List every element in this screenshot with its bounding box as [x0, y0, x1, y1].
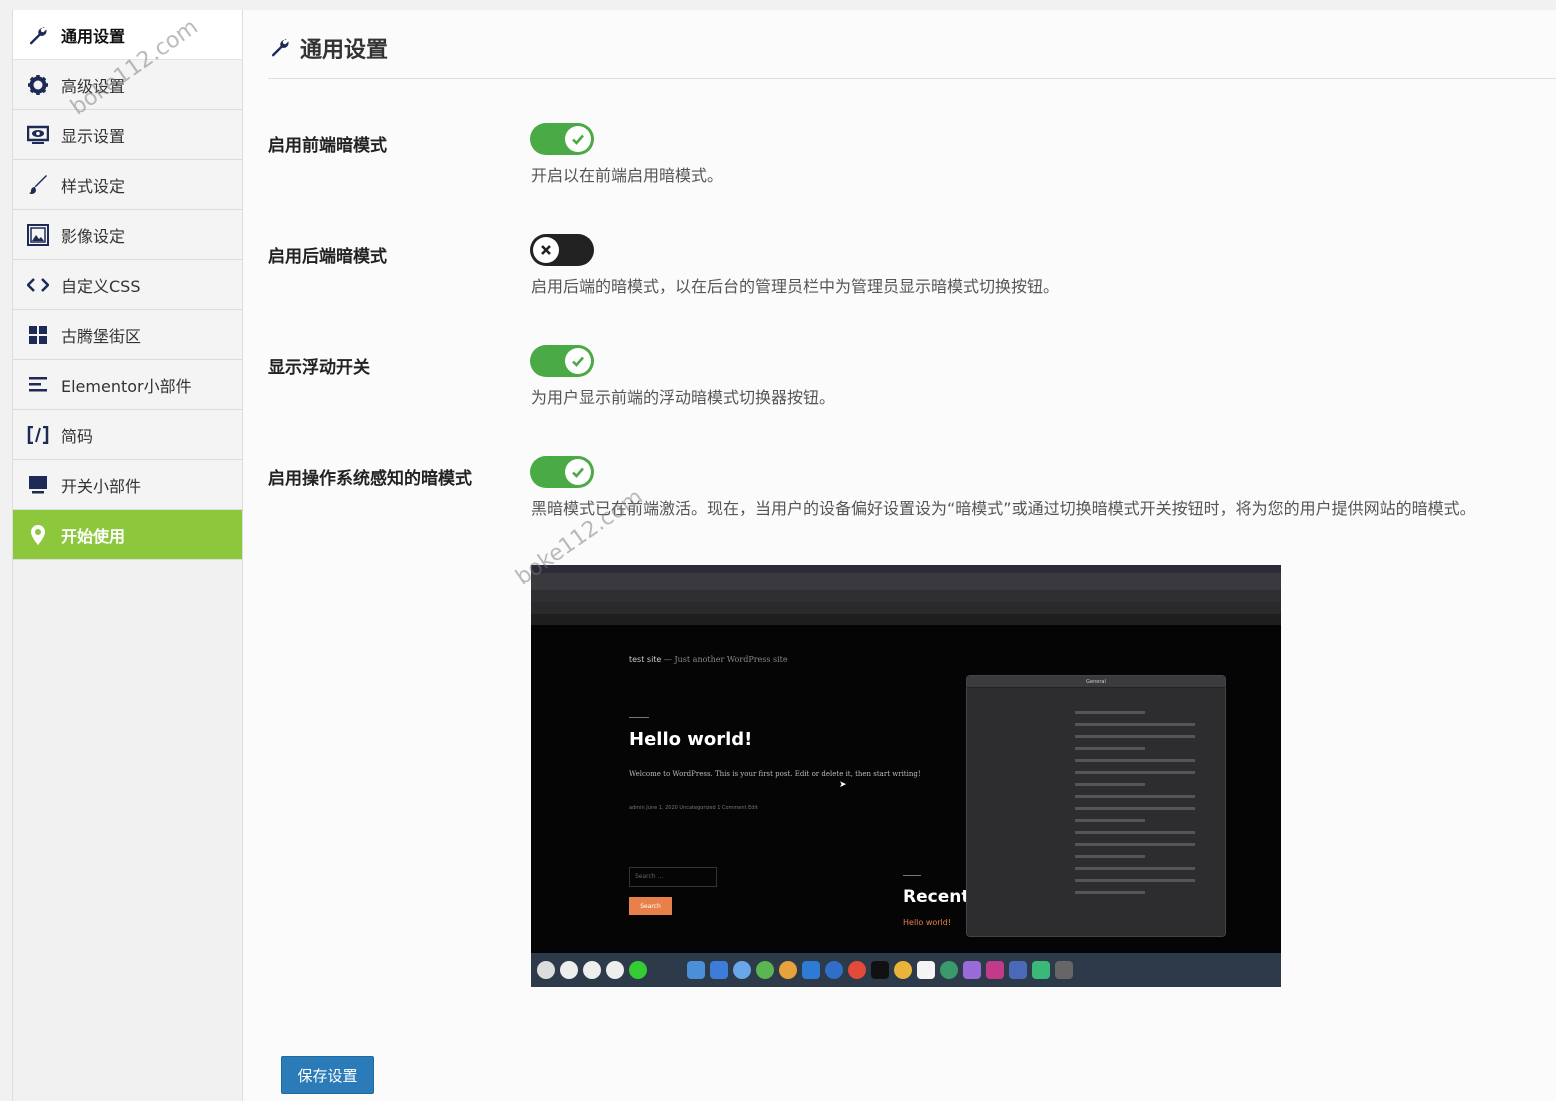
wrench-icon — [27, 24, 49, 46]
page-title-text: 通用设置 — [300, 38, 389, 63]
mac-dock — [531, 953, 1281, 987]
os-dark-mode-demo-screenshot: test site — Just another WordPress site … — [531, 565, 1281, 987]
sidebar-item-label: 开始使用 — [61, 526, 126, 546]
setting-label-backend-dark-mode: 启用后端暗模式 — [268, 247, 387, 267]
prefs-content — [967, 688, 1225, 908]
sidebar-item-label: 显示设置 — [61, 126, 126, 146]
gear-icon — [27, 74, 49, 96]
sidebar-item-shortcodes[interactable]: 简码 — [13, 410, 242, 460]
sidebar-item-switch-widgets[interactable]: 开关小部件 — [13, 460, 242, 510]
setting-desc-frontend-dark-mode: 开启以在前端启用暗模式。 — [531, 166, 724, 185]
elementor-icon — [27, 374, 49, 396]
mouse-cursor-icon: ➤ — [839, 780, 847, 790]
sidebar-item-label: 高级设置 — [61, 76, 126, 96]
sidebar-item-label: 样式设定 — [61, 176, 126, 196]
toggle-frontend-dark-mode[interactable] — [530, 123, 594, 155]
setting-desc-backend-dark-mode: 启用后端的暗模式，以在后台的管理员栏中为管理员显示暗模式切换按钮。 — [531, 277, 1060, 296]
demo-site-name: test site — Just another WordPress site — [629, 655, 788, 664]
demo-post-text: Welcome to WordPress. This is your first… — [629, 770, 921, 778]
demo-post-meta: admin June 1, 2020 Uncategorized 1 Comme… — [629, 805, 758, 811]
mac-menubar — [531, 565, 1281, 573]
wrench-icon — [270, 37, 292, 59]
divider — [903, 875, 921, 876]
image-icon — [27, 223, 49, 246]
save-settings-button[interactable]: 保存设置 — [281, 1056, 374, 1094]
demo-site-body: test site — Just another WordPress site … — [531, 625, 1281, 953]
browser-bookmarks-bar — [531, 602, 1281, 614]
sidebar-item-label: 通用设置 — [61, 26, 126, 46]
setting-label-floating-switch: 显示浮动开关 — [268, 358, 370, 378]
toggle-backend-dark-mode[interactable] — [530, 234, 594, 266]
demo-recent-link: Hello world! — [903, 918, 952, 927]
page-title: 通用设置 — [270, 32, 388, 64]
wp-admin-bar — [531, 614, 1281, 625]
divider — [629, 717, 649, 718]
browser-url-bar — [531, 590, 1281, 602]
sidebar-item-style[interactable]: 样式设定 — [13, 160, 242, 210]
check-icon — [565, 126, 591, 152]
demo-post-title: Hello world! — [629, 729, 753, 750]
shortcode-icon — [27, 424, 49, 446]
sidebar-item-label: 古腾堡街区 — [61, 326, 142, 346]
title-divider — [268, 78, 1556, 79]
sidebar-item-label: Elementor小部件 — [61, 376, 192, 396]
sidebar-item-get-started[interactable]: 开始使用 — [13, 510, 242, 560]
setting-desc-os-aware-dark-mode: 黑暗模式已在前端激活。现在，当用户的设备偏好设置设为“暗模式”或通过切换暗模式开… — [531, 499, 1476, 518]
sidebar-item-custom-css[interactable]: 自定义CSS — [13, 260, 242, 310]
setting-label-frontend-dark-mode: 启用前端暗模式 — [268, 136, 387, 156]
demo-search-input: Search ... — [629, 867, 717, 887]
blocks-icon — [27, 324, 49, 346]
toggle-os-aware-dark-mode[interactable] — [530, 456, 594, 488]
demo-system-preferences-window: General — [966, 675, 1226, 937]
sidebar-item-label: 简码 — [61, 426, 94, 446]
setting-label-os-aware-dark-mode: 启用操作系统感知的暗模式 — [268, 469, 472, 489]
desktop-icon — [27, 474, 49, 496]
prefs-title: General — [967, 676, 1225, 688]
top-strip — [0, 0, 1556, 10]
demo-search-button: Search — [629, 897, 672, 915]
sidebar-item-display[interactable]: 显示设置 — [13, 110, 242, 160]
sidebar-item-label: 开关小部件 — [61, 476, 142, 496]
check-icon — [565, 459, 591, 485]
sidebar-item-image[interactable]: 影像设定 — [13, 210, 242, 260]
sidebar-item-label: 自定义CSS — [61, 276, 141, 296]
setting-desc-floating-switch: 为用户显示前端的浮动暗模式切换器按钮。 — [531, 388, 836, 407]
settings-sidebar: 通用设置 高级设置 显示设置 样式设定 影像设定 自定义CSS 古腾堡街区 El… — [12, 10, 243, 1101]
monitor-eye-icon — [27, 124, 49, 146]
location-pin-icon — [27, 524, 49, 546]
settings-panel: 通用设置 启用前端暗模式 开启以在前端启用暗模式。 启用后端暗模式 启用后端的暗… — [243, 10, 1556, 1101]
sidebar-item-label: 影像设定 — [61, 226, 126, 246]
sidebar-item-gutenberg-blocks[interactable]: 古腾堡街区 — [13, 310, 242, 360]
brush-icon — [27, 174, 49, 196]
browser-tabs — [531, 573, 1281, 590]
sidebar-item-general[interactable]: 通用设置 — [13, 10, 242, 60]
sidebar-item-advanced[interactable]: 高级设置 — [13, 60, 242, 110]
demo-recent-heading: Recent — [903, 887, 970, 907]
close-icon — [533, 237, 559, 263]
sidebar-item-elementor-widgets[interactable]: Elementor小部件 — [13, 360, 242, 410]
toggle-floating-switch[interactable] — [530, 345, 594, 377]
code-icon — [27, 274, 49, 296]
check-icon — [565, 348, 591, 374]
